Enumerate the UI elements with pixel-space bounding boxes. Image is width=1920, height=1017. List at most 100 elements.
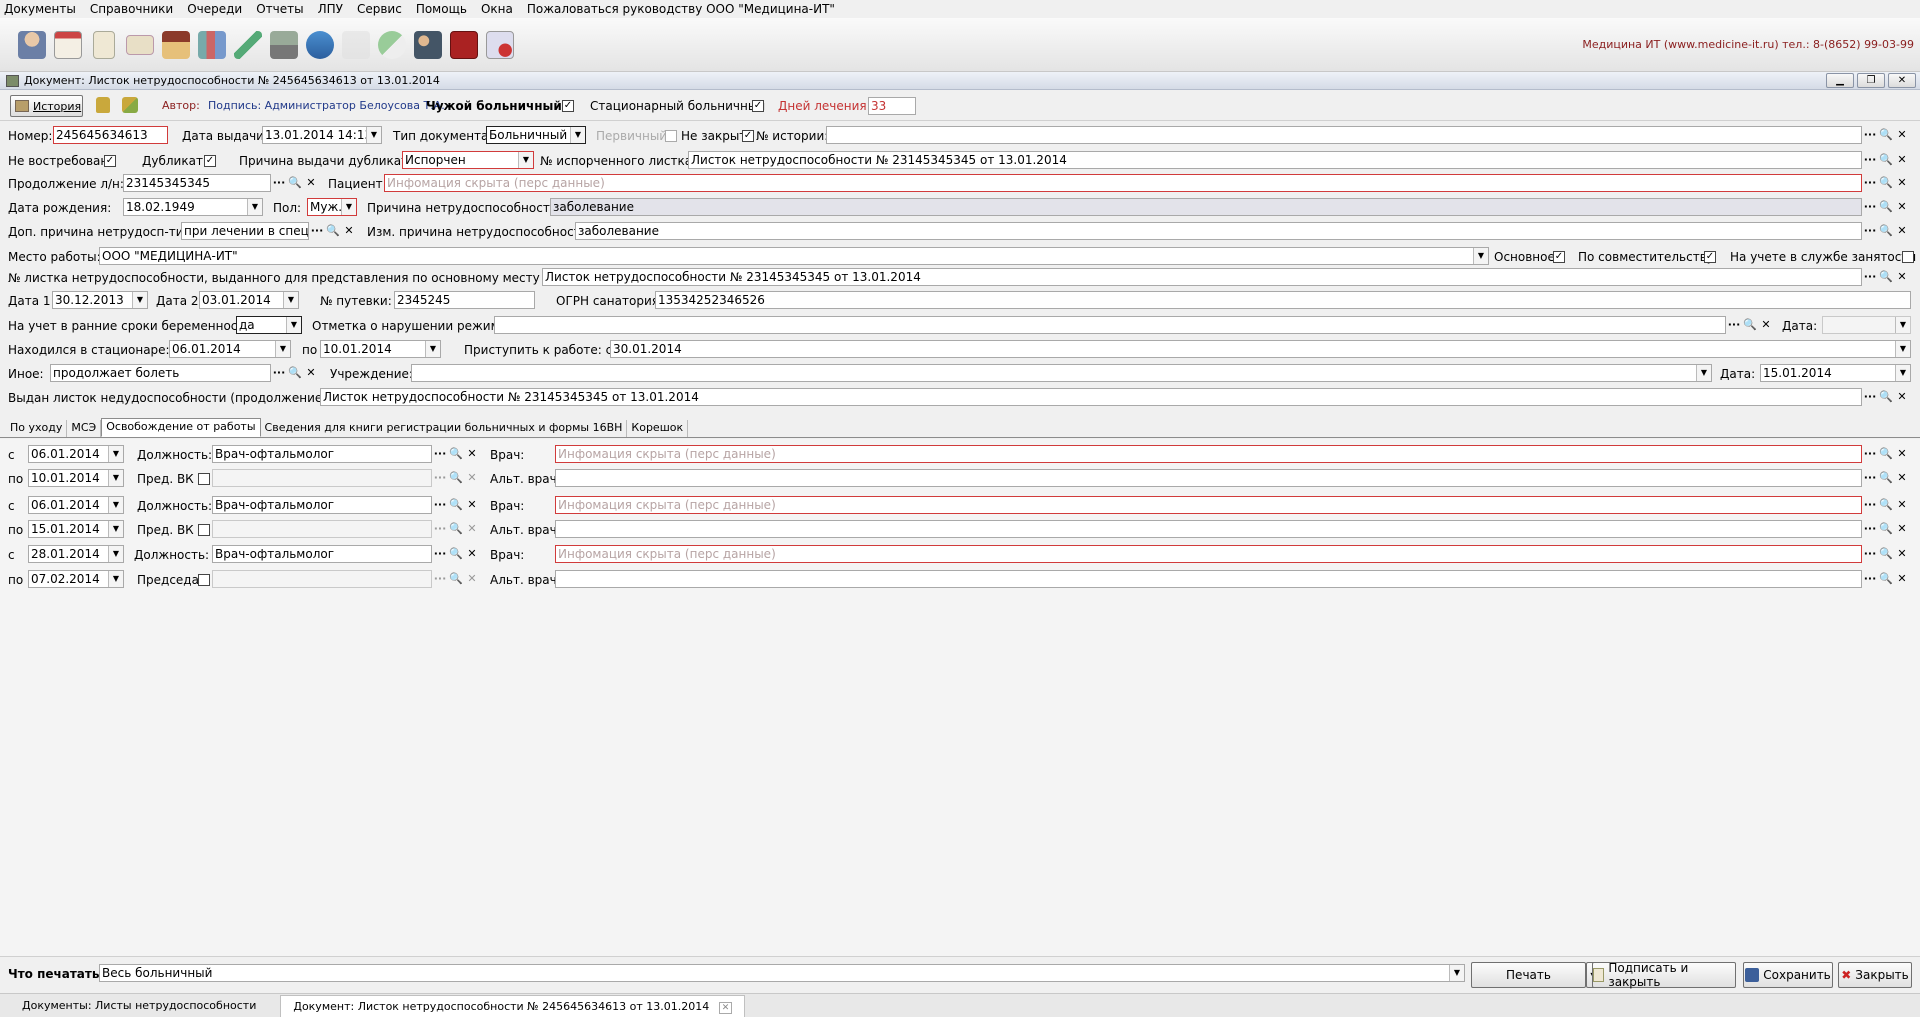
reason-input[interactable]: заболевание	[550, 198, 1862, 216]
foreign-checkbox[interactable]: ✓	[562, 100, 574, 112]
hospital-from-input[interactable]: 06.01.2014 ▼	[169, 340, 291, 358]
release-from-input[interactable]: 06.01.2014 ▼	[28, 496, 124, 514]
menu-references[interactable]: Справочники	[90, 2, 173, 16]
search-icon[interactable]: 🔍	[1878, 446, 1894, 462]
more-icon[interactable]: ···	[432, 470, 448, 486]
other-input[interactable]: продолжает болеть	[50, 364, 271, 382]
vk-checkbox[interactable]	[198, 524, 210, 536]
more-icon[interactable]: ···	[1862, 521, 1878, 537]
clear-icon[interactable]: ✕	[1894, 199, 1910, 215]
vk-checkbox[interactable]	[198, 473, 210, 485]
date1-input[interactable]: 30.12.2013 ▼	[52, 291, 148, 309]
calendar-icon[interactable]	[50, 25, 86, 65]
more-icon[interactable]: ···	[1862, 571, 1878, 587]
doctor-icon[interactable]	[14, 25, 50, 65]
other-date-input[interactable]: 15.01.2014 ▼	[1760, 364, 1911, 382]
main-work-no-input[interactable]: Листок нетрудоспособности № 23145345345 …	[542, 268, 1862, 286]
dropdown-arrow-icon[interactable]: ▼	[108, 446, 123, 462]
more-icon[interactable]: ···	[432, 571, 448, 587]
more-icon[interactable]: ···	[1862, 446, 1878, 462]
menu-reports[interactable]: Отчеты	[256, 2, 303, 16]
dropdown-arrow-icon[interactable]: ▼	[1449, 965, 1464, 981]
vk-input[interactable]	[212, 469, 432, 487]
not-claimed-checkbox[interactable]: ✓	[104, 155, 116, 167]
clear-icon[interactable]: ✕	[341, 223, 357, 239]
more-icon[interactable]: ···	[432, 497, 448, 513]
tab-registry[interactable]: Сведения для книги регистрации больничны…	[261, 420, 628, 437]
clear-icon[interactable]: ✕	[1894, 152, 1910, 168]
dropdown-arrow-icon[interactable]: ▼	[108, 470, 123, 486]
primary-checkbox[interactable]	[665, 130, 677, 142]
clear-icon[interactable]: ✕	[1894, 546, 1910, 562]
pregnancy-select[interactable]: да ▼	[236, 316, 302, 334]
tab-care[interactable]: По уходу	[6, 420, 68, 437]
history-no-input[interactable]	[826, 126, 1862, 144]
alt-doctor-input[interactable]	[555, 520, 1862, 538]
document-icon[interactable]	[86, 25, 122, 65]
release-to-input[interactable]: 10.01.2014 ▼	[28, 469, 124, 487]
doctor-input[interactable]: Инфомация скрыта (перс данные)	[555, 496, 1862, 514]
restore-button[interactable]: ❐	[1857, 73, 1885, 88]
clear-icon[interactable]: ✕	[464, 571, 480, 587]
clear-icon[interactable]: ✕	[1758, 317, 1774, 333]
search-icon[interactable]: 🔍	[448, 446, 464, 462]
patient-input[interactable]: Инфомация скрыта (перс данные)	[384, 174, 1862, 192]
doc-type-select[interactable]: Больничный ▼	[486, 126, 586, 144]
menu-complain[interactable]: Пожаловаться руководству ООО "Медицина-И…	[527, 2, 835, 16]
print-select[interactable]: Весь больничный ▼	[99, 964, 1465, 982]
clear-icon[interactable]: ✕	[464, 470, 480, 486]
search-icon[interactable]: 🔍	[448, 470, 464, 486]
dropdown-arrow-icon[interactable]: ▼	[108, 546, 123, 562]
taskbar-item-documents-list[interactable]: Документы: Листы нетрудоспособности	[10, 995, 268, 1017]
dropdown-arrow-icon[interactable]: ▼	[1895, 365, 1910, 381]
birth-input[interactable]: 18.02.1949 ▼	[123, 198, 263, 216]
menu-lpu[interactable]: ЛПУ	[318, 2, 343, 16]
more-icon[interactable]: ···	[1862, 175, 1878, 191]
search-icon[interactable]: 🔍	[448, 546, 464, 562]
clear-icon[interactable]: ✕	[1894, 269, 1910, 285]
clear-icon[interactable]: ✕	[464, 446, 480, 462]
search-icon[interactable]: 🔍	[1878, 152, 1894, 168]
menu-documents[interactable]: Документы	[4, 2, 76, 16]
days-field[interactable]: 33	[868, 97, 916, 115]
clear-icon[interactable]: ✕	[464, 521, 480, 537]
release-from-input[interactable]: 28.01.2014 ▼	[28, 545, 124, 563]
violation-date-input[interactable]: ▼	[1822, 316, 1911, 334]
menu-service[interactable]: Сервис	[357, 2, 402, 16]
more-icon[interactable]: ···	[271, 175, 287, 191]
history-button[interactable]: История	[10, 95, 83, 117]
dropdown-arrow-icon[interactable]: ▼	[425, 341, 440, 357]
clear-icon[interactable]: ✕	[1894, 389, 1910, 405]
dropdown-arrow-icon[interactable]: ▼	[366, 127, 381, 143]
search-icon[interactable]: 🔍	[448, 497, 464, 513]
add-reason-input[interactable]: при лечении в специ:	[181, 222, 309, 240]
close-window-button[interactable]: ✕	[1888, 73, 1916, 88]
doctor-input[interactable]: Инфомация скрыта (перс данные)	[555, 545, 1862, 563]
clear-icon[interactable]: ✕	[464, 546, 480, 562]
calendar-clock-icon[interactable]	[482, 25, 518, 65]
institution-select[interactable]: ▼	[411, 364, 1712, 382]
more-icon[interactable]: ···	[1862, 389, 1878, 405]
stationary-checkbox[interactable]: ✓	[752, 100, 764, 112]
return-date-input[interactable]: 30.01.2014 ▼	[610, 340, 1911, 358]
dropdown-arrow-icon[interactable]: ▼	[108, 571, 123, 587]
part-time-checkbox[interactable]: ✓	[1704, 251, 1716, 263]
number-input[interactable]: 245645634613	[53, 126, 168, 144]
clear-icon[interactable]: ✕	[1894, 571, 1910, 587]
ogrn-input[interactable]: 13534252346526	[655, 291, 1911, 309]
save-button[interactable]: Сохранить	[1743, 962, 1833, 988]
clear-icon[interactable]: ✕	[303, 175, 319, 191]
search-icon[interactable]: 🔍	[1878, 571, 1894, 587]
search-icon[interactable]: 🔍	[448, 521, 464, 537]
dropdown-arrow-icon[interactable]: ▼	[275, 341, 290, 357]
release-to-input[interactable]: 07.02.2014 ▼	[28, 570, 124, 588]
more-icon[interactable]: ···	[1862, 199, 1878, 215]
duplicate-checkbox[interactable]: ✓	[204, 155, 216, 167]
search-icon[interactable]: 🔍	[1878, 470, 1894, 486]
search-icon[interactable]: 🔍	[1878, 223, 1894, 239]
more-icon[interactable]: ···	[1862, 152, 1878, 168]
dropdown-arrow-icon[interactable]: ▼	[247, 199, 262, 215]
search-icon[interactable]: 🔍	[287, 365, 303, 381]
tab-mse[interactable]: МСЭ	[67, 420, 102, 437]
blank-icon[interactable]	[338, 25, 374, 65]
